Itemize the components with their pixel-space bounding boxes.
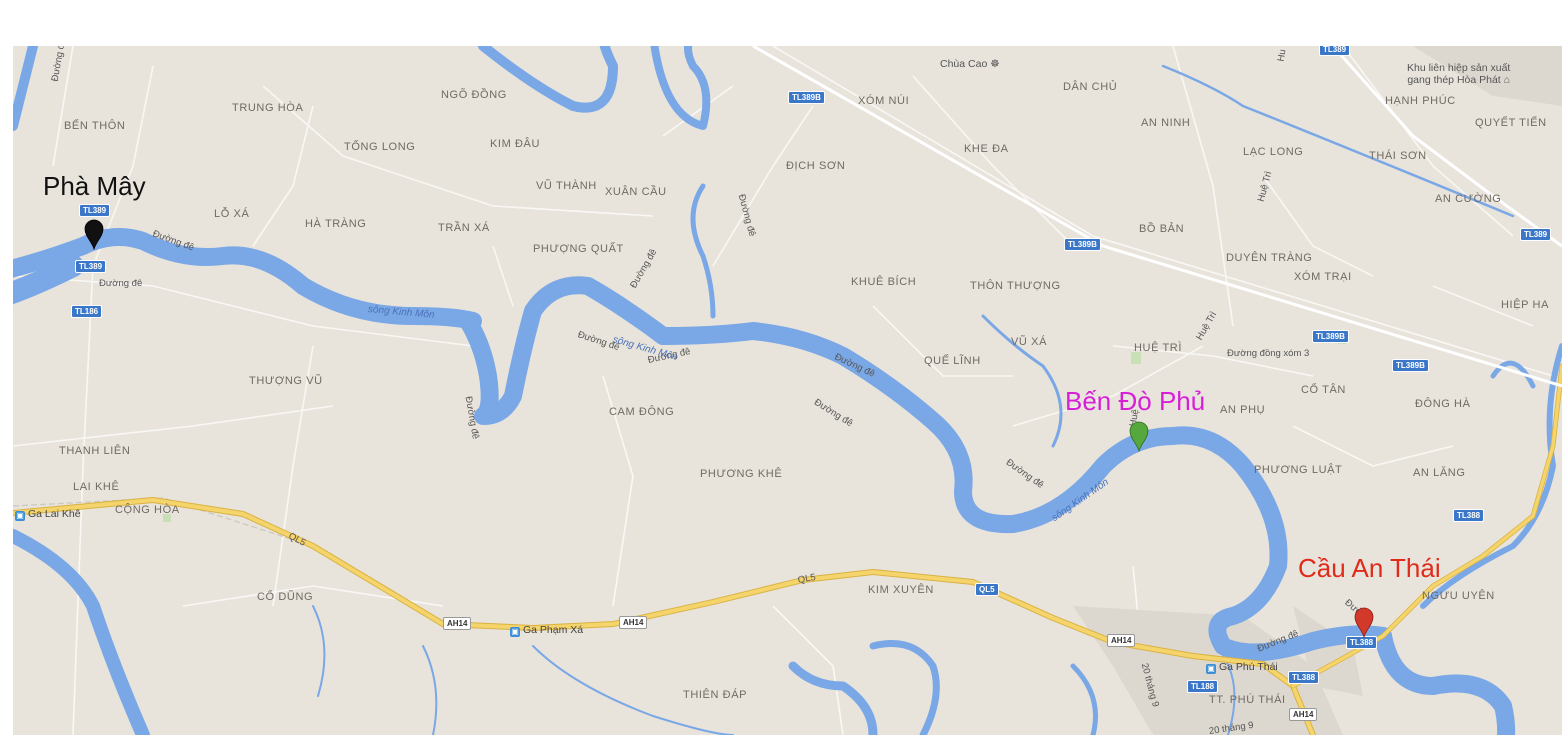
- place-co-tan: CỔ TÂN: [1301, 384, 1346, 396]
- place-cong-hoa: CỘNG HÒA: [115, 504, 180, 516]
- place-nguu-uyen: NGƯU UYÊN: [1422, 590, 1495, 602]
- shield-tl389: TL389: [79, 204, 111, 217]
- annotation-cau-an-thai: Cầu An Thái: [1298, 553, 1441, 583]
- shield-tl186: TL186: [71, 305, 103, 318]
- poi-chua-cao[interactable]: Chùa Cao ☸: [940, 58, 1000, 70]
- shield-tl389b: TL389B: [788, 91, 825, 104]
- place-cam-dong: CAM ĐÔNG: [609, 406, 675, 418]
- station-ga-pham-xa[interactable]: ▣ Ga Phạm Xá: [510, 624, 583, 637]
- place-xom-trai: XÓM TRẠI: [1294, 271, 1352, 283]
- shield-tl188: TL188: [1187, 680, 1219, 693]
- place-duyen-trang: DUYÊN TRÀNG: [1226, 252, 1313, 264]
- shield-ql5: QL5: [975, 583, 999, 596]
- place-co-dung: CỔ DŨNG: [257, 591, 314, 603]
- place-tong-long: TỐNG LONG: [344, 141, 416, 153]
- shield-ah14: AH14: [1107, 634, 1136, 647]
- road-label-duong-dong-xom-3: Đường đồng xóm 3: [1227, 348, 1310, 359]
- place-khue-bich: KHUÊ BÍCH: [851, 276, 917, 288]
- factory-icon: ⌂: [1503, 74, 1510, 86]
- shield-tl388: TL388: [1288, 671, 1320, 684]
- shield-tl389: TL389: [75, 260, 107, 273]
- temple-icon: ☸: [990, 58, 1000, 70]
- annotation-pha-may: Phà Mây: [43, 171, 146, 201]
- road-label-hu: Hu: [1275, 48, 1289, 63]
- place-dan-chu: DÂN CHỦ: [1063, 81, 1118, 93]
- place-hue-tri: HUỆ TRÌ: [1134, 342, 1183, 354]
- shield-ah14: AH14: [443, 617, 472, 630]
- shield-tl388: TL388: [1453, 509, 1485, 522]
- marker-ben-do-phu[interactable]: [1128, 420, 1150, 452]
- road-label-duong-de: Đường đê: [99, 278, 143, 289]
- place-hanh-phuc: HẠNH PHÚC: [1385, 95, 1456, 107]
- place-thon-thuong: THÔN THƯỢNG: [970, 280, 1061, 292]
- poi-hoa-phat[interactable]: Khu liên hiệp sản xuất gang thép Hòa Phát…: [1407, 62, 1510, 86]
- annotation-ben-do-phu: Bến Đò Phủ: [1065, 386, 1206, 416]
- place-xuan-cau: XUÂN CẦU: [605, 186, 667, 198]
- place-phuong-luat: PHƯƠNG LUẬT: [1254, 464, 1343, 476]
- place-bo-ban: BỒ BẢN: [1139, 223, 1185, 235]
- place-kim-dau: KIM ĐÂU: [490, 138, 541, 150]
- place-thanh-lien: THANH LIÊN: [59, 445, 131, 457]
- place-lai-khe: LAI KHÊ: [73, 481, 120, 493]
- place-khe-da: KHE ĐA: [964, 143, 1009, 155]
- station-ga-lai-khe[interactable]: ▣ Ga Lai Khê: [15, 508, 81, 521]
- place-thuong-vu: THƯỢNG VŨ: [249, 375, 323, 387]
- place-thai-son: THÁI SƠN: [1369, 150, 1427, 162]
- place-kim-xuyen: KIM XUYÊN: [868, 584, 934, 596]
- place-tt-phu-thai: TT. PHÚ THÁI: [1209, 694, 1286, 706]
- place-tran-xa: TRẦN XÁ: [438, 222, 490, 234]
- shield-tl389b: TL389B: [1392, 359, 1429, 372]
- shield-ah14: AH14: [619, 616, 648, 629]
- place-trung-hoa: TRUNG HÒA: [232, 102, 304, 114]
- place-an-cuong: AN CƯỜNG: [1435, 193, 1502, 205]
- place-xom-nui: XÓM NÚI: [858, 95, 910, 107]
- place-an-lang: AN LĂNG: [1413, 467, 1466, 479]
- place-an-ninh: AN NINH: [1141, 117, 1191, 129]
- shield-ah14: AH14: [1289, 708, 1318, 721]
- place-dong-ha: ĐÔNG HÀ: [1415, 398, 1471, 410]
- place-vu-xa: VŨ XÁ: [1011, 336, 1048, 348]
- place-ben-thon: BẾN THÔN: [64, 120, 126, 132]
- shield-tl389b: TL389B: [1312, 330, 1349, 343]
- shield-tl389: TL389: [1520, 228, 1552, 241]
- place-vu-thanh: VŨ THÀNH: [536, 180, 597, 192]
- place-ngo-dong: NGÕ ĐỒNG: [441, 89, 507, 101]
- place-phuong-khe: PHƯƠNG KHÊ: [700, 468, 783, 480]
- place-lac-long: LẠC LONG: [1243, 146, 1304, 158]
- place-que-linh: QUẾ LĨNH: [924, 355, 981, 367]
- place-dich-son: ĐỊCH SƠN: [786, 160, 846, 172]
- marker-pha-may[interactable]: [83, 218, 105, 250]
- station-ga-phu-thai[interactable]: ▣ Ga Phú Thái: [1206, 661, 1278, 674]
- train-icon: ▣: [15, 511, 25, 521]
- marker-cau-an-thai[interactable]: [1353, 606, 1375, 638]
- map-canvas[interactable]: BẾN THÔN TRUNG HÒA NGÕ ĐỒNG TỐNG LONG KI…: [13, 46, 1562, 735]
- place-thien-dap: THIÊN ĐÁP: [683, 689, 748, 701]
- place-ha-trang: HÀ TRÀNG: [305, 218, 367, 230]
- place-phuong-quat: PHƯỢNG QUẤT: [533, 243, 624, 255]
- shield-tl389: TL389: [1319, 46, 1351, 56]
- train-icon: ▣: [1206, 664, 1216, 674]
- place-lo-xa: LỖ XÁ: [214, 208, 250, 220]
- shield-tl389b: TL389B: [1064, 238, 1101, 251]
- train-icon: ▣: [510, 627, 520, 637]
- place-hiep-ha: HIỆP HA: [1501, 299, 1550, 311]
- place-an-phu: AN PHỤ: [1220, 404, 1266, 416]
- place-quyet-tien: QUYẾT TIẾN: [1475, 117, 1547, 129]
